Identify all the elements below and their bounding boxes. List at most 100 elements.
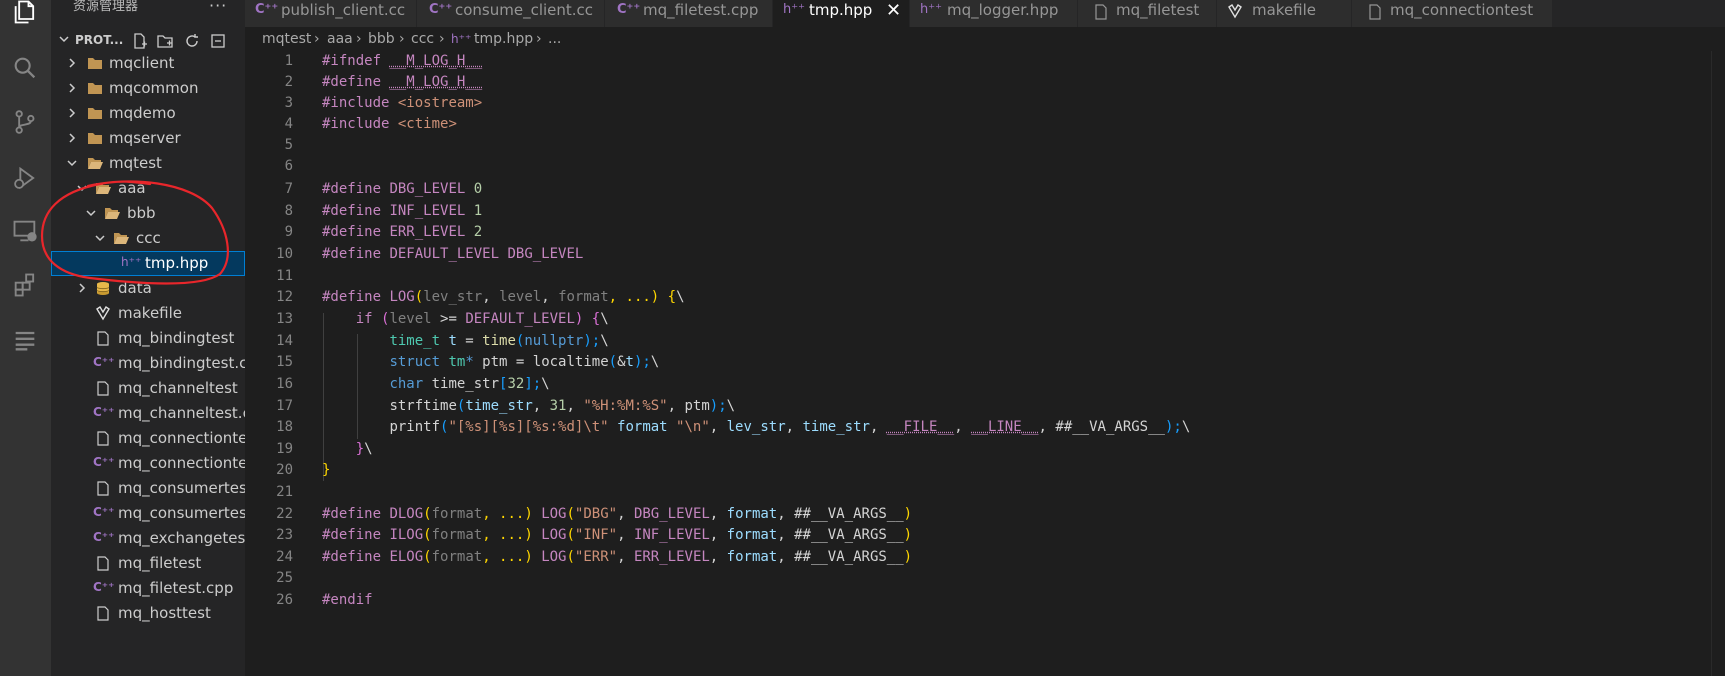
code-token: ); [583,333,600,349]
file-icon [95,331,111,346]
makefile-icon [1227,4,1243,19]
code-token: ( [423,527,431,543]
tree-folder-ccc[interactable]: ccc [51,226,245,251]
line-number: 26 [245,590,293,611]
workspace-section-header[interactable]: PROT... [51,29,245,53]
code-token: ) [904,549,912,565]
tree-folder-mqclient[interactable]: mqclient [51,51,245,76]
chevron-right-icon [75,281,89,295]
tab-mq-filetest-cpp[interactable]: C⁺⁺ mq_filetest.cpp [605,0,773,27]
collapse-all-icon[interactable] [209,32,227,50]
code-token: , ##__VA_ARGS__ [777,506,903,522]
code-token: ( [609,354,617,370]
tab-label: consume_client.cc [455,2,593,19]
tab-consume-client[interactable]: C⁺⁺ consume_client.cc [417,0,605,27]
code-line: #define DBG_LEVEL 0 [322,179,482,200]
tree-file-mq-connectiontest[interactable]: mq_connectiontest [51,426,245,451]
code-token: >= [432,311,466,327]
file-icon [95,431,111,446]
tab-mq-connectiontest[interactable]: mq_connectiontest [1352,0,1553,27]
line-number: 10 [245,244,293,265]
code-token: , [786,419,803,435]
code-line: #include <iostream> [322,93,482,114]
breadcrumb-separator: › [536,31,542,47]
tree-file-mq-connectiontest-cpp[interactable]: C⁺⁺ mq_connectionte... [51,451,245,476]
code-line: } [322,460,330,481]
source-control-icon[interactable] [7,104,43,140]
run-debug-icon[interactable] [7,160,43,196]
tree-file-mq-exchangetest-cpp[interactable]: C⁺⁺ mq_exchangetest... [51,526,245,551]
tab-label: mq_logger.hpp [947,2,1058,19]
code-line: char time_str[32];\ [322,374,550,395]
line-number: 9 [245,222,293,243]
tree-file-makefile[interactable]: makefile [51,301,245,326]
files-icon[interactable] [7,0,43,30]
code-token: #ifndef [322,53,381,69]
tree-folder-aaa[interactable]: aaa [51,176,245,201]
more-actions-button[interactable]: ··· [209,0,227,15]
chevron-right-icon [65,56,79,70]
folder-icon [87,81,103,96]
line-number: 1 [245,51,293,72]
tree-file-mq-bindingtest[interactable]: mq_bindingtest [51,326,245,351]
code-line: #endif [322,590,373,611]
line-number: 4 [245,114,293,135]
code-token: t [440,333,457,349]
code-token: format [432,506,483,522]
code-editor[interactable]: 1 2 3 4 5 6 7 8 9 10 11 12 13 14 15 16 1… [245,51,1725,676]
new-folder-icon[interactable] [156,32,174,50]
code-token: #endif [322,592,373,608]
chevron-down-icon [93,231,107,245]
code-token: ) [904,527,912,543]
tree-file-mq-filetest-cpp[interactable]: C⁺⁺ mq_filetest.cpp [51,576,245,601]
code-token: { [583,311,600,327]
file-icon [95,481,111,496]
code-token: time [482,333,516,349]
tree-file-mq-filetest[interactable]: mq_filetest [51,551,245,576]
tree-folder-mqtest[interactable]: mqtest [51,151,245,176]
editor-scrollbar[interactable] [1711,51,1725,676]
tree-file-mq-channeltest-cpp[interactable]: C⁺⁺ mq_channeltest.c... [51,401,245,426]
refresh-icon[interactable] [183,32,201,50]
explorer-title: 资源管理器 [73,0,138,14]
breadcrumb-item[interactable]: aaa [327,31,353,47]
breadcrumb-item[interactable]: tmp.hpp [474,31,533,47]
code-token: 31 [550,398,567,414]
tab-makefile[interactable]: makefile [1217,0,1352,27]
tree-item-label: bbb [127,204,156,223]
tree-folder-mqcommon[interactable]: mqcommon [51,76,245,101]
tree-folder-mqdemo[interactable]: mqdemo [51,101,245,126]
search-icon[interactable] [7,50,43,86]
code-token: , ...) [609,289,660,305]
tree-folder-data[interactable]: data [51,276,245,301]
extensions-icon[interactable] [7,267,43,303]
tree-file-mq-hosttest[interactable]: mq_hosttest [51,601,245,626]
list-icon[interactable] [7,322,43,358]
code-token: time_str [423,376,499,392]
remote-explorer-icon[interactable] [7,213,43,249]
tree-file-mq-consumertest-cpp[interactable]: C⁺⁺ mq_consumertes... [51,501,245,526]
code-token: strftime [389,398,456,414]
new-file-icon[interactable] [131,32,149,50]
tree-file-tmp-hpp[interactable]: h⁺⁺ tmp.hpp [51,251,245,276]
tab-tmp-hpp[interactable]: h⁺⁺ tmp.hpp ✕ [773,0,910,27]
breadcrumb-item[interactable]: ... [548,31,561,47]
tree-file-mq-channeltest[interactable]: mq_channeltest [51,376,245,401]
tree-file-mq-consumertest[interactable]: mq_consumertest [51,476,245,501]
code-line: #define ELOG(format, ...) LOG("ERR", ERR… [322,547,912,568]
tree-folder-bbb[interactable]: bbb [51,201,245,226]
breadcrumb-separator: › [439,31,445,47]
line-number: 11 [245,266,293,287]
tab-publish-client[interactable]: C⁺⁺ publish_client.cc [245,0,417,27]
tab-mq-logger-hpp[interactable]: h⁺⁺ mq_logger.hpp [910,0,1078,27]
tree-file-mq-bindingtest-cpp[interactable]: C⁺⁺ mq_bindingtest.c... [51,351,245,376]
breadcrumb-item[interactable]: ccc [411,31,434,47]
breadcrumb-item[interactable]: mqtest [262,31,311,47]
tree-item-label: mqserver [109,129,181,148]
tab-mq-filetest[interactable]: mq_filetest [1078,0,1217,27]
tree-folder-mqserver[interactable]: mqserver [51,126,245,151]
close-icon[interactable]: ✕ [886,0,901,21]
file-icon [95,381,111,396]
breadcrumb-item[interactable]: bbb [368,31,395,47]
code-token: ERR_LEVEL [389,224,465,240]
